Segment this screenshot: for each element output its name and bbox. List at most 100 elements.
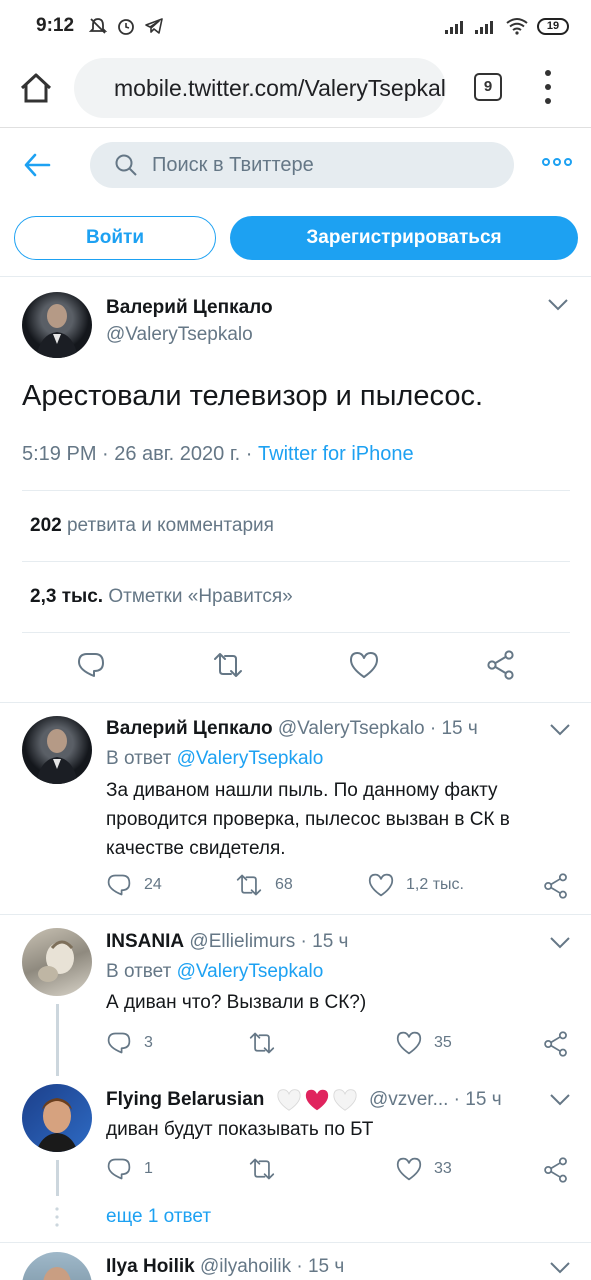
tweet-actions: 24 68 1,2 тыс. <box>0 872 591 900</box>
retweet-icon[interactable] <box>213 650 243 680</box>
tweet-actions: 3 35 <box>0 1030 591 1058</box>
tweet-text: За диваном нашли пыль. По данному факту … <box>106 780 510 859</box>
browser-menu-icon[interactable] <box>538 70 558 104</box>
thread-dots <box>55 1207 59 1227</box>
url-text: mobile.twitter.com/ValeryTsepkalo <box>114 74 446 101</box>
reply-action[interactable]: 24 <box>106 872 162 898</box>
retweet-action[interactable] <box>248 1030 288 1056</box>
like-action[interactable]: 1,2 тыс. <box>368 872 464 898</box>
browser-toolbar: mobile.twitter.com/ValeryTsepkalo 9 <box>0 52 591 128</box>
reply-to: В ответ @ValeryTsepkalo <box>106 961 324 982</box>
retweet-icon <box>249 1158 275 1180</box>
like-icon <box>396 1031 422 1055</box>
like-count: 1,2 тыс. <box>406 876 464 893</box>
author-handle[interactable]: @Ellielimurs · 15 ч <box>189 931 348 952</box>
avatar[interactable] <box>22 928 92 996</box>
share-icon[interactable] <box>543 1031 569 1057</box>
like-count: 35 <box>434 1034 452 1051</box>
chevron-down-icon[interactable] <box>549 1093 571 1107</box>
reply-header: Валерий Цепкало @ValeryTsepkalo · 15 ч <box>106 718 478 740</box>
share-icon[interactable] <box>486 650 516 680</box>
retweets-stat[interactable]: 202 ретвита и комментария <box>30 515 274 537</box>
battery-icon: 19 <box>537 17 569 35</box>
signal-icon <box>445 21 463 34</box>
chevron-down-icon[interactable] <box>547 298 569 312</box>
like-count: 33 <box>434 1160 452 1177</box>
tweet-timestamp[interactable]: 5:19 PM · 26 авг. 2020 г. · <box>22 443 258 465</box>
retweet-icon <box>249 1032 275 1054</box>
author-handle[interactable]: @ilyahoilik · 15 ч <box>200 1256 344 1277</box>
avatar[interactable] <box>22 1084 92 1152</box>
reply-action[interactable]: 1 <box>106 1156 153 1182</box>
likes-stat[interactable]: 2,3 тыс. Отметки «Нравится» <box>30 586 293 608</box>
author-name[interactable]: Flying Belarusian <box>106 1089 264 1110</box>
search-input[interactable] <box>152 153 472 177</box>
tweet-meta: 5:19 PM · 26 авг. 2020 г. · Twitter for … <box>22 443 414 466</box>
home-icon[interactable] <box>18 70 54 106</box>
author-handle[interactable]: @ValeryTsepkalo <box>106 324 253 346</box>
tweet-actions <box>0 650 591 686</box>
tweet-source-link[interactable]: Twitter for iPhone <box>258 443 414 465</box>
chevron-down-icon[interactable] <box>549 1261 571 1275</box>
reply-count: 3 <box>144 1034 153 1051</box>
like-action[interactable]: 35 <box>396 1030 452 1056</box>
reply-to-link[interactable]: @ValeryTsepkalo <box>177 961 324 982</box>
search-icon <box>115 154 137 176</box>
auth-buttons: Войти Зарегистрироваться <box>0 216 591 262</box>
reply-icon[interactable] <box>76 650 106 680</box>
show-more-replies-link[interactable]: еще 1 ответ <box>106 1206 211 1228</box>
author-name[interactable]: INSANIA <box>106 931 184 952</box>
chevron-down-icon[interactable] <box>549 936 571 950</box>
tweet-actions: 1 33 <box>0 1156 591 1184</box>
like-icon <box>368 873 394 897</box>
back-arrow-icon[interactable] <box>22 150 52 180</box>
avatar[interactable] <box>22 1252 92 1280</box>
reply-action[interactable]: 3 <box>106 1030 153 1056</box>
heart-emojis <box>276 1088 358 1112</box>
mute-bell-icon <box>88 18 108 34</box>
tweet-text: Арестовали телевизор и пылесос. <box>22 380 483 412</box>
reply-icon <box>107 1032 131 1054</box>
like-icon[interactable] <box>349 650 379 680</box>
login-button[interactable]: Войти <box>14 216 216 260</box>
retweet-action[interactable]: 68 <box>235 872 293 898</box>
retweet-count: 68 <box>275 876 293 893</box>
tweet-text: А диван что? Вызвали в СК?) <box>106 992 367 1013</box>
like-action[interactable]: 33 <box>396 1156 452 1182</box>
author-name[interactable]: Ilya Hoilik <box>106 1256 195 1277</box>
share-icon[interactable] <box>543 1157 569 1183</box>
reply-header: Ilya Hoilik @ilyahoilik · 15 ч <box>106 1256 344 1278</box>
signal-icon-2 <box>475 21 493 34</box>
more-icon[interactable] <box>542 158 572 166</box>
tab-switcher-button[interactable]: 9 <box>474 73 502 101</box>
share-icon[interactable] <box>543 873 569 899</box>
reply-count: 1 <box>144 1160 153 1177</box>
alarm-icon <box>118 19 134 35</box>
white-heart-icon <box>277 1089 301 1111</box>
retweet-icon <box>236 874 262 896</box>
reply-header: Flying Belarusian @vzver... · 15 ч <box>106 1088 502 1112</box>
author-handle[interactable]: @vzver... · 15 ч <box>369 1089 502 1110</box>
wifi-icon <box>506 18 528 35</box>
avatar[interactable] <box>22 716 92 784</box>
reply-icon <box>107 874 131 896</box>
avatar[interactable] <box>22 292 92 358</box>
url-bar[interactable]: mobile.twitter.com/ValeryTsepkalo <box>74 58 446 118</box>
author-name[interactable]: Валерий Цепкало <box>106 718 273 739</box>
telegram-icon <box>145 18 163 34</box>
status-bar: 9:12 19 <box>0 0 591 52</box>
reply-header: INSANIA @Ellielimurs · 15 ч <box>106 931 348 953</box>
red-heart-icon <box>305 1089 328 1111</box>
reply-count: 24 <box>144 876 162 893</box>
signup-button[interactable]: Зарегистрироваться <box>230 216 578 260</box>
reply-to-link[interactable]: @ValeryTsepkalo <box>177 748 324 769</box>
tweet-text: диван будут показывать по БТ <box>106 1119 374 1140</box>
search-box[interactable] <box>90 142 514 188</box>
author-handle[interactable]: @ValeryTsepkalo · 15 ч <box>278 718 478 739</box>
reply-to: В ответ @ValeryTsepkalo <box>106 748 324 769</box>
status-time: 9:12 <box>36 15 75 36</box>
author-name[interactable]: Валерий Цепкало <box>106 297 273 319</box>
twitter-header <box>0 128 591 202</box>
chevron-down-icon[interactable] <box>549 723 571 737</box>
retweet-action[interactable] <box>248 1156 288 1182</box>
